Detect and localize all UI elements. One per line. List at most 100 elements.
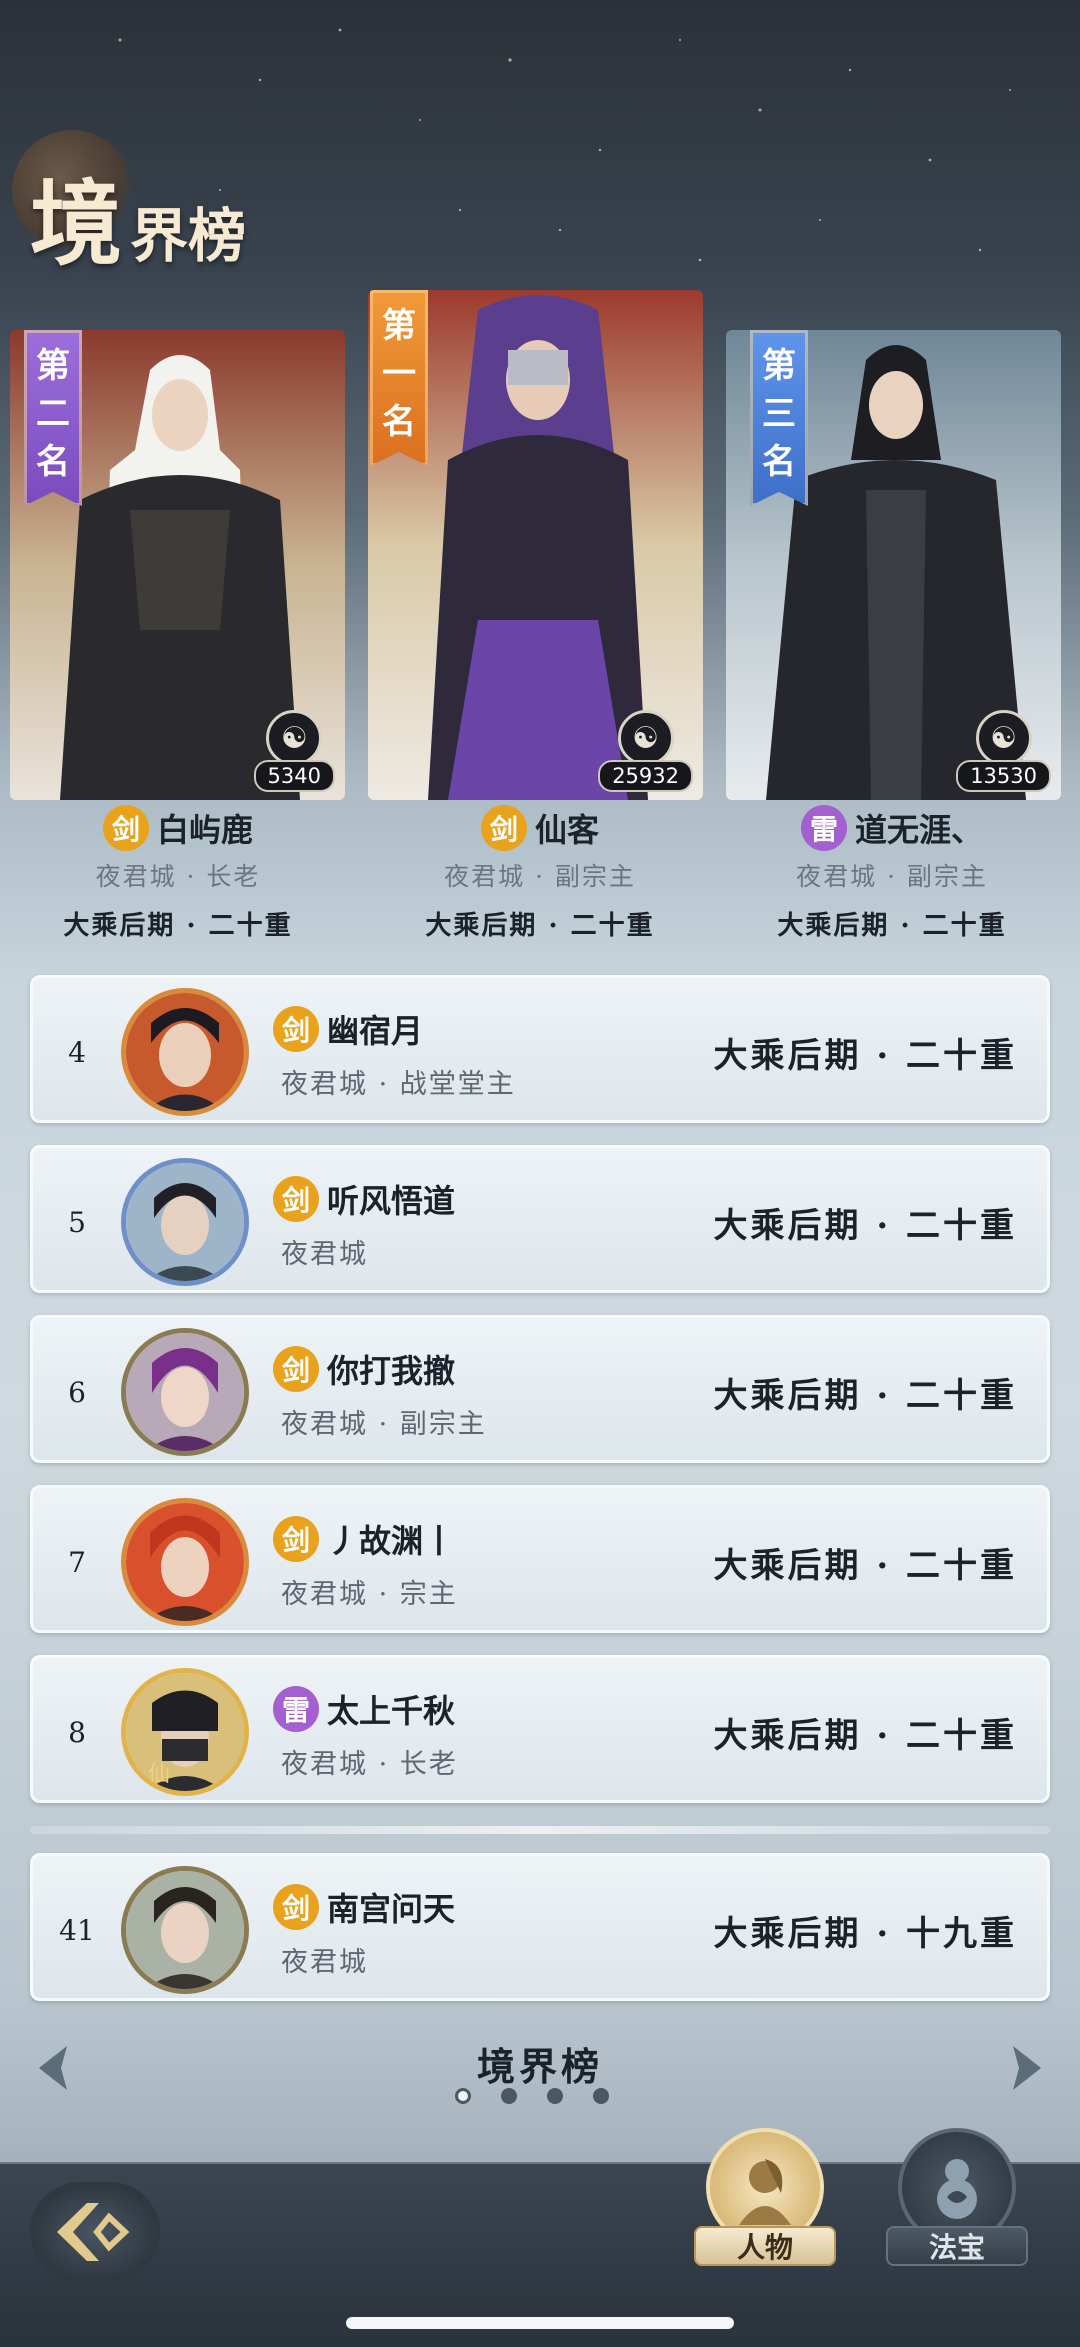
rank-number: 7 [68,1545,86,1579]
page-title-small: 界榜 [130,202,247,270]
tab-character[interactable]: 人物 [690,2128,840,2278]
rank-number: 41 [59,1913,95,1947]
list-divider [30,1826,1050,1834]
rank-number: 5 [68,1205,86,1239]
player-guild: 夜君城 · 长老 [95,862,261,891]
score-value: 25932 [598,760,693,792]
rank-banner-3: 第 三 名 [750,330,808,506]
podium-info-rank-1: 剑 仙客 夜君城 · 副宗主 大乘后期 · 二十重 [370,805,710,942]
sword-element-icon: 剑 [273,1006,319,1052]
avatar[interactable] [121,1866,249,1994]
my-ranking-row[interactable]: 41 剑 南宫问天 夜君城 大乘后期 · 十九重 [30,1853,1050,2001]
score-badge: ☯ 5340 [253,710,335,792]
thunder-element-icon: 雷 [800,805,847,851]
podium-info-rank-3: 雷 道无涯、 夜君城 · 副宗主 大乘后期 · 二十重 [722,805,1062,942]
player-realm: 大乘后期 · 二十重 [713,1375,1017,1416]
pager-title: 境界榜 [476,2044,603,2089]
player-name-row: 雷 太上千秋 [273,1686,455,1732]
page-indicator [455,2088,609,2104]
player-realm: 大乘后期 · 二十重 [713,1715,1017,1756]
player-name: 丿故渊丨 [327,1522,456,1560]
player-guild: 夜君城 · 副宗主 [444,862,636,891]
player-name: 听风悟道 [327,1182,456,1220]
player-guild: 夜君城 · 长老 [281,1749,458,1780]
player-realm: 大乘后期 · 二十重 [713,1035,1017,1076]
banner-char: 第 [36,346,70,386]
podium-card-rank-2[interactable]: 第 二 名 ☯ 5340 [10,330,345,800]
top-three-podium: 第 二 名 ☯ 5340 第 一 名 ☯ 25932 第 三 名 ☯ 13530 [0,290,1080,810]
player-name-row: 剑 听风悟道 [273,1176,455,1222]
score-badge: ☯ 25932 [598,710,693,792]
avatar[interactable] [121,1158,249,1286]
score-value: 5340 [253,760,335,792]
page-dot[interactable] [593,2088,609,2104]
sword-element-icon: 剑 [273,1176,319,1222]
player-guild: 夜君城 [281,1239,368,1270]
player-realm: 大乘后期 · 二十重 [777,911,1007,941]
sword-element-icon: 剑 [273,1346,319,1392]
spirit-icon: ☯ [617,710,674,766]
player-name: 你打我撤 [327,1352,456,1390]
banner-char: 名 [382,402,416,442]
home-indicator[interactable] [346,2317,734,2329]
player-name-row: 剑 你打我撤 [273,1346,455,1392]
back-button[interactable] [30,2182,160,2282]
ranking-row[interactable]: 5 剑 听风悟道 夜君城 大乘后期 · 二十重 [30,1145,1050,1293]
tab-character-label: 人物 [694,2226,836,2266]
podium-card-rank-3[interactable]: 第 三 名 ☯ 13530 [726,330,1061,800]
player-guild: 夜君城 · 副宗主 [281,1409,487,1440]
score-value: 13530 [956,760,1051,792]
rank-number: 8 [68,1715,86,1749]
ranking-row[interactable]: 8 仙 雷 太上千秋 夜君城 · 长老 大乘后期 · 二十重 [30,1655,1050,1803]
page-title: 境 界榜 [30,150,246,283]
banner-char: 三 [762,394,796,434]
page-dot-active[interactable] [455,2088,471,2104]
banner-char: 一 [382,354,416,394]
page-dot[interactable] [547,2088,563,2104]
player-name: 太上千秋 [327,1692,456,1730]
podium-card-rank-1[interactable]: 第 一 名 ☯ 25932 [368,290,703,800]
player-realm: 大乘后期 · 二十重 [425,911,655,941]
player-name: 仙客 [534,811,599,849]
player-guild: 夜君城 · 副宗主 [796,862,988,891]
score-badge: ☯ 13530 [956,710,1051,792]
avatar[interactable] [121,1498,249,1626]
player-name: 白屿鹿 [156,811,253,849]
avatar[interactable] [121,988,249,1116]
sword-element-icon: 剑 [102,805,149,851]
ranking-row[interactable]: 4 剑 幽宿月 夜君城 · 战堂堂主 大乘后期 · 二十重 [30,975,1050,1123]
player-name-row: 雷 道无涯、 [722,805,1062,851]
avatar[interactable]: 仙 [121,1668,249,1796]
rank-banner-1: 第 一 名 [370,290,428,466]
player-realm: 大乘后期 · 二十重 [713,1545,1017,1586]
player-guild: 夜君城 · 战堂堂主 [281,1069,516,1100]
sword-element-icon: 剑 [273,1884,319,1930]
ranking-row[interactable]: 7 剑 丿故渊丨 夜君城 · 宗主 大乘后期 · 二十重 [30,1485,1050,1633]
player-guild: 夜君城 · 宗主 [281,1579,458,1610]
rank-banner-2: 第 二 名 [24,330,82,506]
tab-treasure[interactable]: 法宝 [882,2128,1032,2278]
banner-char: 名 [762,442,796,482]
sword-element-icon: 剑 [273,1516,319,1562]
player-name: 南宫问天 [327,1890,456,1928]
spirit-icon: ☯ [266,710,323,766]
page-dot[interactable] [501,2088,517,2104]
player-name-row: 剑 丿故渊丨 [273,1516,455,1562]
banner-char: 名 [36,442,70,482]
spirit-icon: ☯ [975,710,1032,766]
podium-info-rank-2: 剑 白屿鹿 夜君城 · 长老 大乘后期 · 二十重 [8,805,348,942]
tab-treasure-label: 法宝 [886,2226,1028,2266]
thunder-element-icon: 雷 [273,1686,319,1732]
back-arrow-icon [57,2203,130,2261]
banner-char: 第 [382,306,416,346]
rank-number: 6 [68,1375,86,1409]
player-name-row: 剑 仙客 [370,805,710,851]
player-name-row: 剑 白屿鹿 [8,805,348,851]
rank-number: 4 [68,1035,86,1069]
ranking-row[interactable]: 6 剑 你打我撤 夜君城 · 副宗主 大乘后期 · 二十重 [30,1315,1050,1463]
player-realm: 大乘后期 · 十九重 [713,1913,1017,1954]
banner-char: 二 [36,394,70,434]
player-realm: 大乘后期 · 二十重 [713,1205,1017,1246]
avatar[interactable] [121,1328,249,1456]
player-name: 道无涯、 [854,811,983,849]
